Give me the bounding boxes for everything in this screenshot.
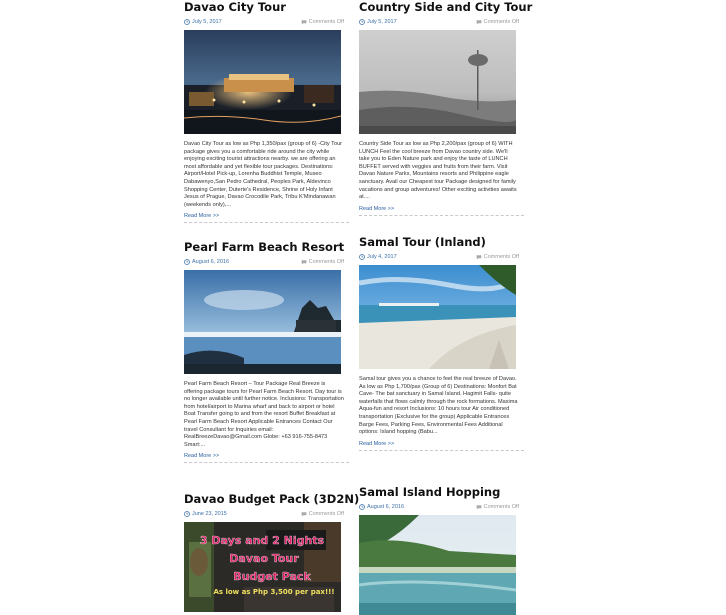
post-separator <box>359 449 524 451</box>
country-side-fog-photo <box>359 30 516 134</box>
comment-icon <box>476 254 482 259</box>
post-date[interactable]: June 23, 2015 <box>184 511 227 517</box>
post-date[interactable]: August 6, 2016 <box>359 504 404 510</box>
comment-icon <box>476 504 482 509</box>
post-comments: Comments Off <box>301 511 344 517</box>
budget-pack-promo-image: 3 Days and 2 Nights Davao Tour Budget Pa… <box>184 522 341 612</box>
post-title[interactable]: Samal Island Hopping <box>359 485 524 499</box>
clock-icon <box>359 18 365 25</box>
post-date[interactable]: July 5, 2017 <box>359 19 397 25</box>
post-comments: Comments Off <box>476 19 519 25</box>
post-meta: July 5, 2017 Comments Off <box>184 17 344 26</box>
pearl-farm-sunset-photo <box>184 270 341 374</box>
post-meta: July 5, 2017 Comments Off <box>359 17 519 26</box>
post-excerpt: Samal tour gives you a chance to feel th… <box>359 376 518 436</box>
post-date[interactable]: August 6, 2016 <box>184 259 229 265</box>
read-more-link[interactable]: Read More >> <box>359 441 524 447</box>
post-date-text[interactable]: August 6, 2016 <box>192 259 229 265</box>
post-date-text[interactable]: August 6, 2016 <box>367 504 404 510</box>
post-date-text[interactable]: July 5, 2017 <box>192 19 222 25</box>
island-hopping-beach-photo <box>359 515 516 615</box>
post-date-text[interactable]: July 4, 2017 <box>367 254 397 260</box>
post-card: Davao Budget Pack (3D2N) June 23, 2015 C… <box>184 492 359 612</box>
post-separator <box>184 222 349 224</box>
comment-icon <box>476 19 482 24</box>
post-date[interactable]: July 4, 2017 <box>359 254 397 260</box>
post-comments-text: Comments Off <box>483 253 519 260</box>
promo-line-4: As low as Php 3,500 per pax!!! <box>213 588 334 596</box>
post-card: Pearl Farm Beach Resort August 6, 2016 C… <box>184 240 349 482</box>
post-title[interactable]: Country Side and City Tour <box>359 0 532 14</box>
post-title[interactable]: Samal Tour (Inland) <box>359 235 524 249</box>
read-more-link[interactable]: Read More >> <box>359 206 524 212</box>
post-excerpt: Country Side Tour as low as Php 2,200/pa… <box>359 141 517 201</box>
post-thumbnail[interactable] <box>359 30 516 134</box>
post-meta: August 6, 2016 Comments Off <box>184 257 344 266</box>
post-meta: August 6, 2016 Comments Off <box>359 502 519 511</box>
promo-line-1: 3 Days and 2 Nights <box>200 534 325 547</box>
post-date[interactable]: July 5, 2017 <box>184 19 222 25</box>
post-comments: Comments Off <box>476 504 519 510</box>
post-thumbnail[interactable] <box>359 515 516 615</box>
post-meta: July 4, 2017 Comments Off <box>359 252 519 261</box>
post-title[interactable]: Davao City Tour <box>184 0 349 14</box>
post-comments-text: Comments Off <box>308 18 344 25</box>
davao-city-night-photo <box>184 30 341 134</box>
post-comments: Comments Off <box>301 19 344 25</box>
post-card: Country Side and City Tour July 5, 2017 … <box>359 0 532 228</box>
post-comments-text: Comments Off <box>308 510 344 517</box>
comment-icon <box>301 259 307 264</box>
clock-icon <box>184 18 190 25</box>
post-thumbnail[interactable] <box>359 265 516 369</box>
post-title[interactable]: Pearl Farm Beach Resort <box>184 240 349 254</box>
comment-icon <box>301 19 307 24</box>
post-comments-text: Comments Off <box>483 18 519 25</box>
post-card: Samal Tour (Inland) July 4, 2017 Comment… <box>359 235 524 475</box>
post-thumbnail[interactable]: 3 Days and 2 Nights Davao Tour Budget Pa… <box>184 522 341 612</box>
post-comments-text: Comments Off <box>483 503 519 510</box>
post-date-text[interactable]: July 5, 2017 <box>367 19 397 25</box>
post-comments-text: Comments Off <box>308 258 344 265</box>
post-separator <box>359 214 524 216</box>
post-thumbnail[interactable] <box>184 30 341 134</box>
right-column: Country Side and City Tour July 5, 2017 … <box>359 0 532 615</box>
read-more-link[interactable]: Read More >> <box>184 453 349 459</box>
read-more-link[interactable]: Read More >> <box>184 213 349 219</box>
promo-line-3: Budget Pack <box>233 570 311 583</box>
comment-icon <box>301 511 307 516</box>
post-title[interactable]: Davao Budget Pack (3D2N) <box>184 492 359 506</box>
clock-icon <box>359 253 365 260</box>
post-date-text[interactable]: June 23, 2015 <box>192 511 227 517</box>
post-card: Samal Island Hopping August 6, 2016 Comm… <box>359 485 524 615</box>
post-separator <box>184 462 349 464</box>
post-excerpt: Pearl Farm Beach Resort – Tour Package R… <box>184 381 344 448</box>
post-meta: June 23, 2015 Comments Off <box>184 509 344 518</box>
clock-icon <box>359 503 365 510</box>
clock-icon <box>184 510 190 517</box>
clock-icon <box>184 258 190 265</box>
post-comments: Comments Off <box>476 254 519 260</box>
post-thumbnail[interactable] <box>184 270 341 374</box>
samal-beach-photo <box>359 265 516 369</box>
post-excerpt: Davao City Tour as low as Php 1,350/pax … <box>184 141 343 208</box>
post-card: Davao City Tour July 5, 2017 Comments Of… <box>184 0 349 234</box>
left-column: Davao City Tour July 5, 2017 Comments Of… <box>184 0 359 612</box>
promo-line-2: Davao Tour <box>229 552 299 565</box>
post-comments: Comments Off <box>301 259 344 265</box>
